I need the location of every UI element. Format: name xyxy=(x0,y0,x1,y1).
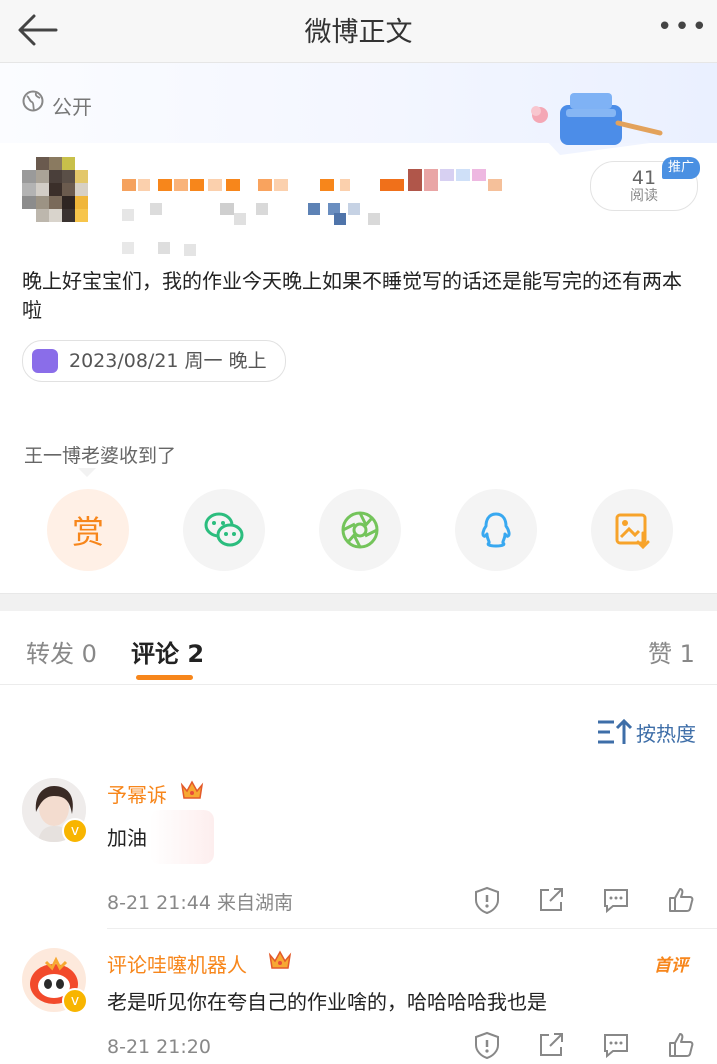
image-download-icon xyxy=(615,513,650,550)
comment-location: 来自湖南 xyxy=(216,892,293,914)
visibility-label: 公开 xyxy=(52,95,92,119)
section-divider xyxy=(0,593,717,611)
diary-icon xyxy=(32,349,58,373)
like-icon[interactable] xyxy=(666,1030,696,1060)
tab-reposts-label: 转发 xyxy=(26,640,74,668)
share-qq-button[interactable] xyxy=(455,489,537,571)
sort-icon xyxy=(598,718,633,744)
share-moments-button[interactable] xyxy=(319,489,401,571)
active-tab-indicator xyxy=(136,675,193,680)
post-card: 公开 41 阅读 推广 晚上好宝宝们，我的作业今天晚上如果不睡觉写的话还是能写完… xyxy=(0,63,717,593)
gift-received-label: 王一博老婆收到了 xyxy=(24,445,177,467)
post-content: 晚上好宝宝们，我的作业今天晚上如果不睡觉写的话还是能写完的还有两本啦 xyxy=(22,269,682,322)
comment-meta: 8-21 21:44 来自湖南 xyxy=(107,888,293,915)
report-icon[interactable] xyxy=(472,1030,502,1060)
like-icon[interactable] xyxy=(666,885,696,915)
qq-icon xyxy=(481,512,511,548)
more-options-icon[interactable]: ••• xyxy=(657,12,707,48)
crown-icon xyxy=(268,949,292,971)
save-image-button[interactable] xyxy=(591,489,673,571)
crown-icon xyxy=(180,779,204,801)
comment-bubble-decoration xyxy=(150,810,214,864)
comment-time: 8-21 21:20 xyxy=(107,1036,211,1058)
post-meta-blurred-2 xyxy=(122,241,212,256)
interaction-tabs: 转发 0 评论 2 赞 1 xyxy=(0,610,717,685)
promote-badge[interactable]: 推广 xyxy=(662,157,700,179)
reply-icon[interactable] xyxy=(601,1030,631,1060)
page-title: 微博正文 xyxy=(304,17,413,48)
first-comment-badge: 首评 xyxy=(654,956,688,976)
tab-comments-label: 评论 xyxy=(131,640,179,668)
tab-likes-label: 赞 xyxy=(648,640,672,668)
comment-text: 老是听见你在夸自己的作业啥的，哈哈哈哈我也是 xyxy=(107,990,547,1014)
tab-reposts[interactable]: 转发 0 xyxy=(26,634,97,669)
comment-time: 8-21 21:44 xyxy=(107,892,211,914)
tab-reposts-count: 0 xyxy=(81,640,97,668)
reward-label: 赏 xyxy=(71,513,104,551)
sort-label[interactable]: 按热度 xyxy=(636,718,696,747)
comment-username[interactable]: 评论哇噻机器人 xyxy=(107,949,247,978)
tab-likes[interactable]: 赞 1 xyxy=(648,634,695,669)
verified-badge-icon: v xyxy=(62,818,88,844)
date-tag-label: 2023/08/21 周一 晚上 xyxy=(69,350,267,372)
share-comment-icon[interactable] xyxy=(536,885,566,915)
reward-button[interactable]: 赏 xyxy=(47,489,129,571)
wechat-icon xyxy=(204,512,244,547)
share-wechat-button[interactable] xyxy=(183,489,265,571)
comment-text: 加油 xyxy=(107,826,147,850)
post-meta-blurred xyxy=(122,203,382,225)
reply-icon[interactable] xyxy=(601,885,631,915)
verified-badge-icon: v xyxy=(62,988,88,1014)
inkwell-illustration xyxy=(500,83,670,173)
comment-meta: 8-21 21:20 xyxy=(107,1036,211,1058)
top-nav-bar: 微博正文 ••• xyxy=(0,0,717,63)
gift-label-caret xyxy=(78,468,96,477)
tab-comments-count: 2 xyxy=(187,640,205,668)
moments-aperture-icon xyxy=(341,511,379,549)
globe-icon xyxy=(22,90,44,112)
comment-username[interactable]: 予幂诉 xyxy=(107,779,167,808)
tab-comments[interactable]: 评论 2 xyxy=(131,634,204,669)
tab-likes-count: 1 xyxy=(679,640,695,668)
comment-divider xyxy=(107,928,717,929)
read-label: 阅读 xyxy=(630,188,658,204)
date-tag[interactable]: 2023/08/21 周一 晚上 xyxy=(22,340,286,382)
author-name-blurred[interactable] xyxy=(122,169,502,193)
share-comment-icon[interactable] xyxy=(536,1030,566,1060)
author-avatar[interactable] xyxy=(22,157,98,233)
report-icon[interactable] xyxy=(472,885,502,915)
